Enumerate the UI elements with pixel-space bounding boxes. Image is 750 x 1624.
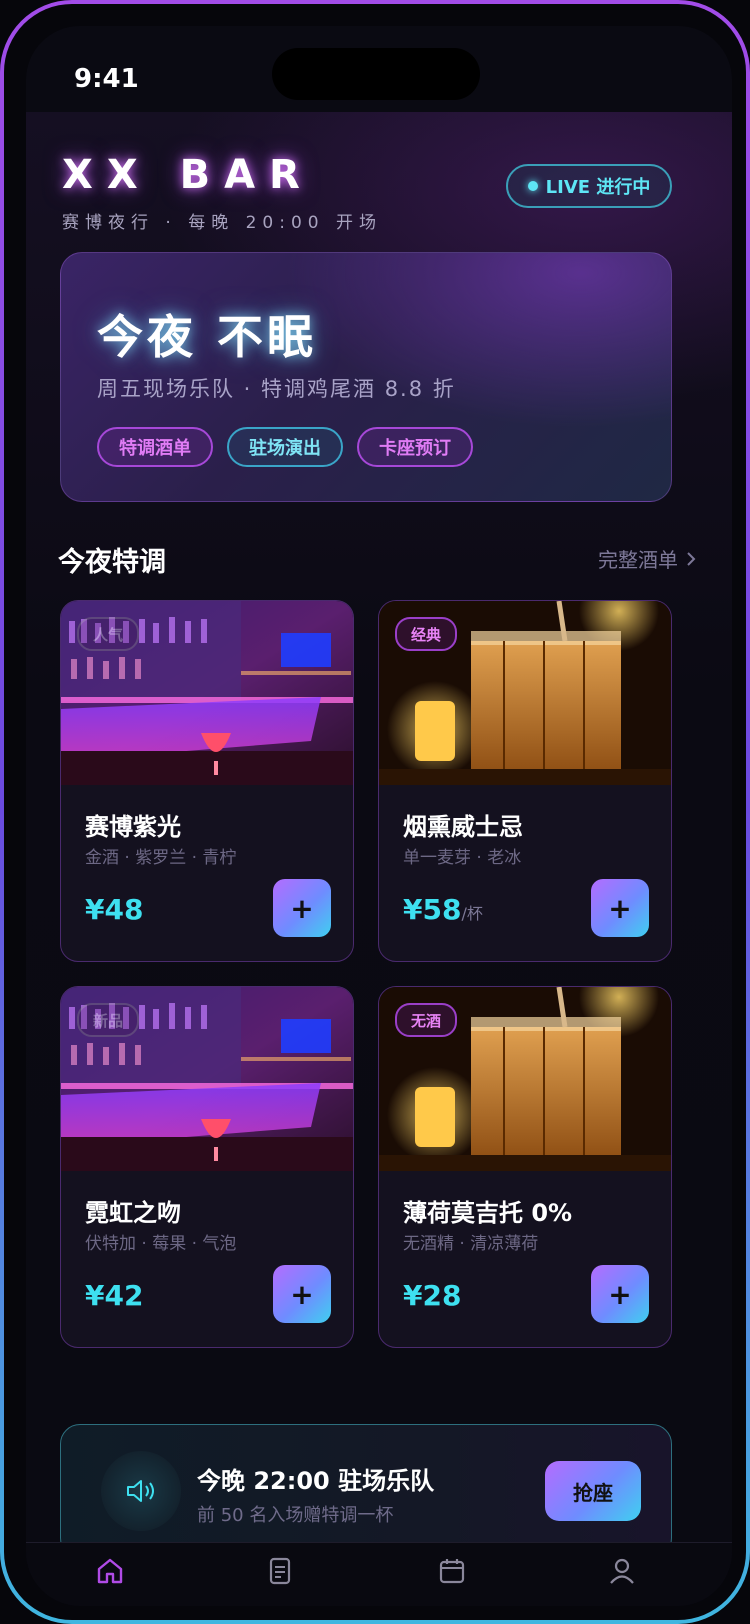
drink-badge: 无酒 — [395, 1003, 458, 1037]
drink-name: 霓虹之吻 — [85, 1199, 181, 1227]
grab-seat-button[interactable]: 抢座 — [545, 1461, 641, 1521]
profile-icon — [610, 1558, 634, 1584]
price-value: ¥58 — [403, 893, 462, 926]
home-icon — [97, 1558, 123, 1584]
chip-live-show[interactable]: 驻场演出 — [227, 427, 343, 467]
add-to-cart-button[interactable]: + — [591, 879, 649, 937]
tab-home[interactable] — [88, 1549, 132, 1593]
drink-card[interactable]: 新品 霓虹之吻 伏特加 · 莓果 · 气泡 ¥42 + — [60, 986, 354, 1348]
screen: 9:41 XX BAR 赛博夜行 · 每晚 20:00 开场 LIVE 进行中 … — [26, 26, 732, 1606]
price-value: ¥42 — [85, 1279, 144, 1312]
drink-badge: 人气 — [77, 617, 140, 651]
drink-price: ¥28 — [403, 1279, 461, 1312]
live-badge[interactable]: LIVE 进行中 — [506, 164, 672, 208]
drink-image: 经典 — [379, 601, 671, 785]
hero-subtitle: 周五现场乐队 · 特调鸡尾酒 8.8 折 — [97, 377, 456, 401]
drink-desc: 伏特加 · 莓果 · 气泡 — [85, 1234, 237, 1254]
brand-tagline: 赛博夜行 · 每晚 20:00 开场 — [62, 213, 383, 233]
drink-desc: 金酒 · 紫罗兰 · 青柠 — [85, 848, 237, 868]
hero-banner[interactable]: 今夜 不眠 周五现场乐队 · 特调鸡尾酒 8.8 折 特调酒单 驻场演出 卡座预… — [60, 252, 672, 502]
add-to-cart-button[interactable]: + — [273, 879, 331, 937]
drink-card[interactable]: 人气 赛博紫光 金酒 · 紫罗兰 · 青柠 ¥48 + — [60, 600, 354, 962]
banner-title: 今晚 22:00 驻场乐队 — [197, 1467, 435, 1495]
drink-badge: 经典 — [395, 617, 458, 651]
tab-profile[interactable] — [600, 1549, 644, 1593]
price-value: ¥48 — [85, 893, 144, 926]
chip-table-booking[interactable]: 卡座预订 — [357, 427, 473, 467]
live-band-banner[interactable]: 今晚 22:00 驻场乐队 前 50 名入场赠特调一杯 抢座 — [60, 1424, 672, 1558]
tab-menu[interactable] — [258, 1549, 302, 1593]
brand-logo: XX BAR — [62, 152, 314, 198]
full-menu-link[interactable]: 完整酒单 — [598, 544, 696, 573]
drink-price: ¥42 — [85, 1279, 143, 1312]
drink-name: 赛博紫光 — [85, 813, 181, 841]
speaker-icon — [101, 1451, 181, 1531]
calendar-icon — [439, 1559, 465, 1584]
live-dot-icon — [527, 181, 538, 191]
drink-badge: 新品 — [77, 1003, 140, 1037]
banner-subtitle: 前 50 名入场赠特调一杯 — [197, 1505, 394, 1526]
price-value: ¥28 — [403, 1279, 462, 1312]
section-title: 今夜特调 — [58, 547, 166, 578]
drink-card[interactable]: 经典 烟熏威士忌 单一麦芽 · 老冰 ¥58/杯 + — [378, 600, 672, 962]
dynamic-island — [272, 48, 480, 100]
hero-title: 今夜 不眠 — [97, 310, 318, 364]
menu-icon — [269, 1557, 291, 1585]
add-to-cart-button[interactable]: + — [273, 1265, 331, 1323]
price-unit: /杯 — [461, 904, 483, 923]
drink-price: ¥58/杯 — [403, 893, 483, 926]
full-menu-label: 完整酒单 — [598, 548, 678, 572]
live-label: LIVE 进行中 — [545, 177, 651, 198]
drink-image: 人气 — [61, 601, 353, 785]
drink-desc: 无酒精 · 清凉薄荷 — [403, 1234, 539, 1254]
drink-image: 新品 — [61, 987, 353, 1171]
drink-image: 无酒 — [379, 987, 671, 1171]
chevron-right-icon — [687, 551, 696, 566]
drink-price: ¥48 — [85, 893, 143, 926]
add-to-cart-button[interactable]: + — [591, 1265, 649, 1323]
status-time: 9:41 — [74, 64, 139, 94]
chip-cocktail-menu[interactable]: 特调酒单 — [97, 427, 213, 467]
phone-frame: 9:41 XX BAR 赛博夜行 · 每晚 20:00 开场 LIVE 进行中 … — [0, 0, 750, 1624]
drink-card[interactable]: 无酒 薄荷莫吉托 0% 无酒精 · 清凉薄荷 ¥28 + — [378, 986, 672, 1348]
drink-name: 薄荷莫吉托 0% — [403, 1199, 573, 1227]
main-content: XX BAR 赛博夜行 · 每晚 20:00 开场 LIVE 进行中 今夜 不眠… — [26, 112, 732, 1562]
drink-name: 烟熏威士忌 — [403, 813, 523, 841]
tab-bar — [26, 1542, 732, 1606]
tab-events[interactable] — [430, 1549, 474, 1593]
drink-desc: 单一麦芽 · 老冰 — [403, 848, 522, 868]
